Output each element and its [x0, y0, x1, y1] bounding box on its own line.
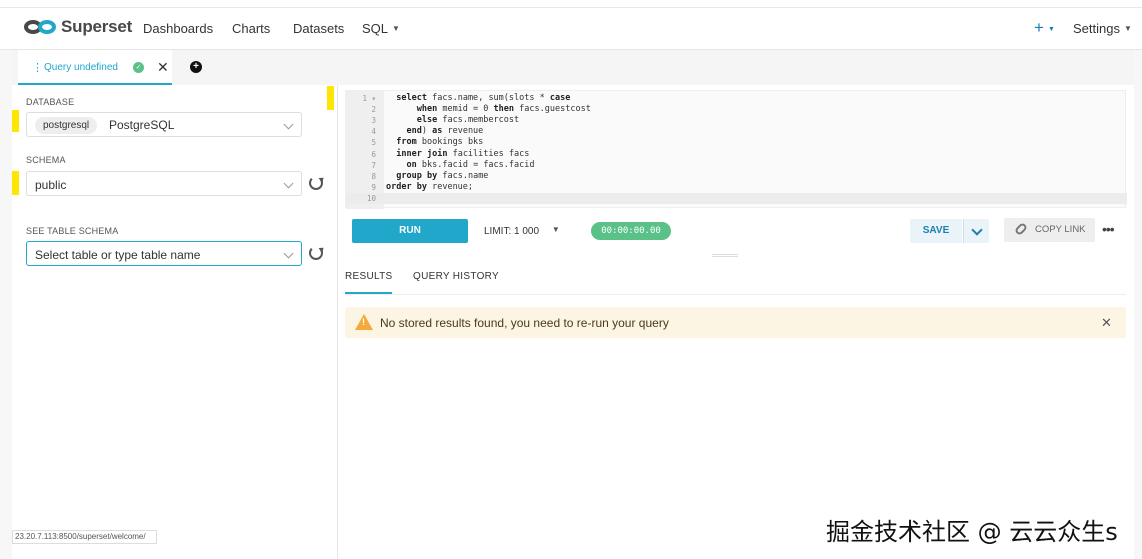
code-line: group by facs.name	[396, 170, 489, 181]
code-line: when memid = 0 then facs.guestcost	[416, 104, 591, 115]
chevron-down-icon	[283, 119, 294, 130]
close-icon[interactable]: ✕	[157, 59, 169, 76]
brand-name: Superset	[61, 17, 133, 36]
chevron-down-icon	[283, 248, 294, 259]
drag-handle-icon[interactable]: ⋮	[32, 61, 43, 74]
settings-label: Settings	[1073, 21, 1120, 36]
line-number: 8	[371, 171, 376, 181]
query-tab-label: Query undefined	[44, 62, 118, 73]
chevron-down-icon	[283, 178, 294, 189]
caret-down-icon: ▼	[392, 24, 400, 33]
page-gutter-right	[1134, 50, 1142, 559]
add-tab-icon[interactable]: +	[190, 61, 202, 73]
copy-link-label: COPY LINK	[1035, 224, 1086, 235]
table-schema-label: SEE TABLE SCHEMA	[26, 226, 119, 236]
link-icon	[1013, 221, 1029, 237]
refresh-icon[interactable]	[309, 176, 323, 190]
plus-icon: +	[1034, 18, 1044, 37]
sql-editor[interactable]: 1 ▾ select facs.name, sum(slots * case 2 …	[345, 90, 1127, 209]
code-line: order by revenue;	[386, 181, 474, 192]
code-line: on bks.facid = facs.facid	[406, 159, 535, 170]
schema-select[interactable]: public	[26, 171, 302, 196]
top-navbar: Superset Dashboards Charts Datasets SQL ▼…	[0, 8, 1142, 50]
line-number: 7	[371, 160, 376, 170]
line-number: 9	[371, 182, 376, 192]
line-number: 1 ▾	[362, 94, 376, 103]
code-line: inner join facilities facs	[396, 148, 530, 159]
sql-toolbar: RUN LIMIT: 1 000 ▼ 00:00:00.00 SAVE COPY…	[345, 212, 1126, 250]
query-tab[interactable]: ⋮ Query undefined ✓ ✕	[18, 50, 172, 85]
caret-down-icon: ▼	[551, 225, 560, 234]
tab-results[interactable]: RESULTS	[345, 271, 393, 294]
database-select[interactable]: postgresql PostgreSQL	[26, 112, 302, 137]
settings-menu[interactable]: Settings ▼	[1073, 21, 1132, 36]
more-icon[interactable]: •••	[1102, 221, 1115, 237]
warning-icon-mark: !	[362, 317, 365, 327]
line-number: 4	[371, 127, 376, 137]
line-number: 2	[371, 105, 376, 115]
code-line: else facs.membercost	[416, 115, 520, 126]
add-new-menu[interactable]: + ▼	[1034, 18, 1055, 38]
tabs-divider	[345, 294, 1126, 295]
resize-handle[interactable]	[712, 254, 738, 257]
nav-sql-label: SQL	[362, 21, 389, 36]
close-icon[interactable]: ✕	[1101, 315, 1112, 331]
status-bar-url: 23.20.7.113:8500/superset/welcome/	[12, 530, 157, 544]
active-line-highlight	[346, 193, 1127, 204]
schema-label: SCHEMA	[26, 155, 66, 165]
code-line: end) as revenue	[406, 126, 484, 137]
highlight-marker	[12, 110, 19, 132]
page-gutter-left	[0, 50, 12, 559]
save-dropdown-button[interactable]	[963, 219, 989, 243]
limit-label: LIMIT:	[484, 226, 512, 237]
table-select-placeholder: Select table or type table name	[35, 248, 201, 262]
copy-link-button[interactable]: COPY LINK	[1004, 218, 1095, 242]
highlight-marker	[327, 86, 334, 110]
database-type-tag: postgresql	[35, 117, 98, 134]
limit-dropdown[interactable]: LIMIT: 1 000 ▼	[484, 225, 560, 237]
nav-sql-menu[interactable]: SQL ▼	[362, 21, 400, 36]
nav-dashboards[interactable]: Dashboards	[143, 21, 213, 36]
run-button[interactable]: RUN	[352, 219, 468, 243]
superset-logo-icon	[24, 18, 58, 36]
refresh-icon[interactable]	[309, 246, 323, 260]
check-circle-icon: ✓	[133, 62, 144, 73]
save-button[interactable]: SAVE	[910, 219, 962, 243]
watermark: 掘金技术社区 @ 云云众生s	[826, 518, 1118, 546]
tab-query-history[interactable]: QUERY HISTORY	[413, 271, 499, 282]
code-line: select facs.name, sum(slots * case	[396, 93, 571, 103]
browser-top-edge	[0, 0, 1142, 8]
nav-charts[interactable]: Charts	[232, 21, 270, 36]
code-line: from bookings bks	[396, 137, 484, 148]
query-tab-bar: ⋮ Query undefined ✓ ✕ +	[12, 50, 1134, 85]
caret-down-icon: ▼	[1123, 24, 1132, 33]
sql-lab-left-panel: DATABASE postgresql PostgreSQL SCHEMA pu…	[12, 85, 338, 559]
database-label: DATABASE	[26, 97, 75, 107]
highlight-marker	[12, 171, 19, 195]
line-number: 5	[371, 138, 376, 148]
line-number: 10	[366, 193, 376, 203]
no-results-alert: ! No stored results found, you need to r…	[345, 307, 1126, 338]
line-number: 6	[371, 149, 376, 159]
line-number: 3	[371, 116, 376, 126]
alert-message: No stored results found, you need to re-…	[380, 316, 669, 330]
limit-value: 1 000	[514, 226, 540, 237]
nav-datasets[interactable]: Datasets	[293, 21, 344, 36]
caret-down-icon: ▼	[1047, 26, 1055, 33]
schema-value: public	[35, 178, 67, 192]
brand-logo[interactable]: Superset	[24, 17, 132, 37]
query-timer: 00:00:00.00	[591, 222, 671, 240]
database-name: PostgreSQL	[109, 118, 175, 132]
table-select[interactable]: Select table or type table name	[26, 241, 302, 266]
